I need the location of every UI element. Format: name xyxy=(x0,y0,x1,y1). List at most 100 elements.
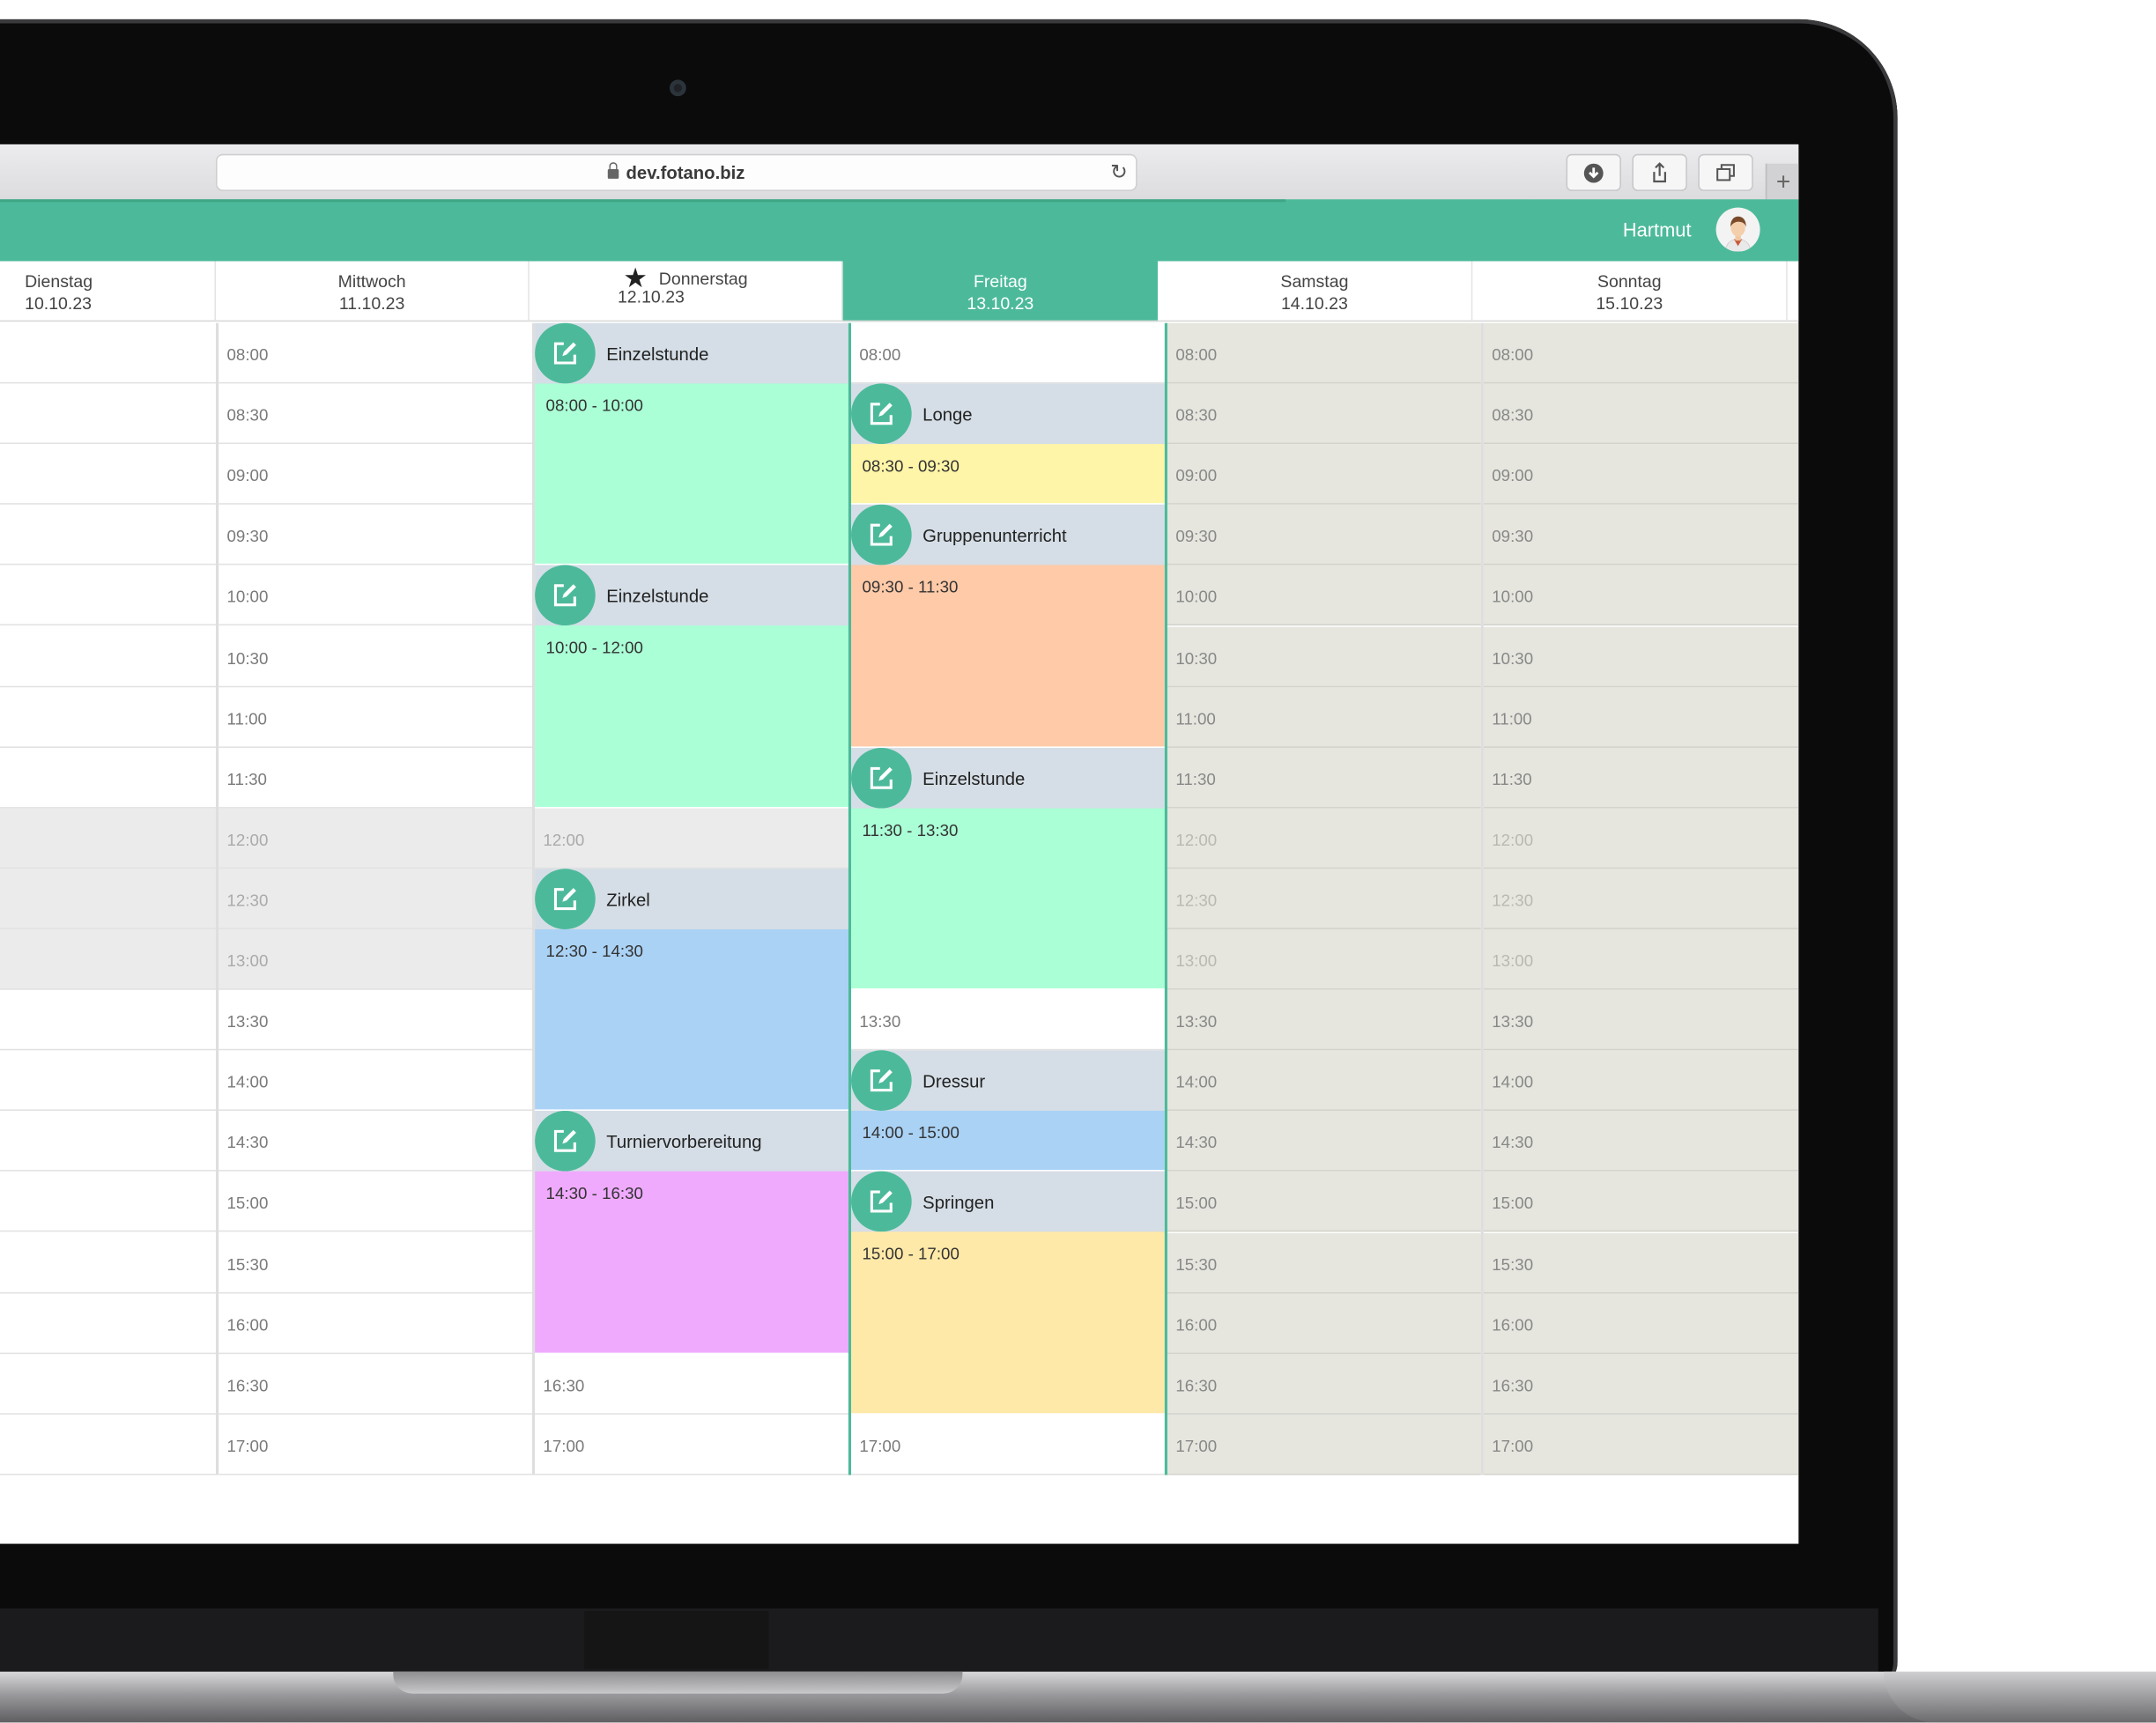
day-header-sonntag[interactable]: Sonntag 15.10.23 xyxy=(1472,261,1788,322)
time-slot[interactable]: 14:00 xyxy=(219,1051,532,1112)
time-slot[interactable]: 16:00 xyxy=(1483,1292,1799,1354)
tabs-button[interactable] xyxy=(1698,153,1753,191)
time-slot[interactable]: 08:00 xyxy=(851,323,1165,384)
time-slot[interactable] xyxy=(0,566,217,626)
edit-event-button[interactable] xyxy=(851,505,912,566)
time-slot[interactable]: 14:30 xyxy=(219,1111,532,1172)
edit-event-button[interactable] xyxy=(535,566,596,626)
time-slot[interactable]: 15:30 xyxy=(1167,1232,1481,1293)
time-slot[interactable]: 16:00 xyxy=(1167,1292,1481,1354)
time-slot[interactable]: 11:00 xyxy=(1167,686,1481,748)
time-slot[interactable]: 12:00 xyxy=(1483,808,1799,869)
time-slot[interactable]: 16:30 xyxy=(1167,1353,1481,1415)
time-slot[interactable]: 10:30 xyxy=(1483,625,1799,687)
time-slot[interactable]: 16:00 xyxy=(219,1293,532,1354)
time-slot[interactable]: 08:30 xyxy=(1483,383,1799,445)
time-slot[interactable]: 10:30 xyxy=(1167,625,1481,687)
time-slot[interactable]: 14:00 xyxy=(1483,1050,1799,1112)
time-slot[interactable]: 17:00 xyxy=(219,1415,532,1475)
calendar-event[interactable]: Einzelstunde 08:00 - 10:00 xyxy=(535,322,848,565)
calendar-event[interactable]: Turniervorbereitung 14:30 - 16:30 xyxy=(535,1111,848,1353)
time-slot[interactable]: 08:30 xyxy=(219,384,532,445)
time-slot[interactable]: 13:30 xyxy=(219,990,532,1051)
edit-event-button[interactable] xyxy=(535,322,596,384)
time-slot[interactable]: 17:00 xyxy=(535,1415,848,1475)
time-slot[interactable] xyxy=(0,384,217,445)
time-slot[interactable]: 14:00 xyxy=(1167,1050,1481,1112)
time-slot[interactable]: 11:30 xyxy=(219,747,532,809)
day-header-donnerstag[interactable]: ★ Donnerstag 12.10.23 xyxy=(529,261,843,322)
time-slot[interactable] xyxy=(0,1051,217,1112)
download-button[interactable] xyxy=(1566,153,1621,191)
time-slot[interactable] xyxy=(0,808,217,869)
time-slot[interactable] xyxy=(0,1232,217,1293)
edit-event-button[interactable] xyxy=(535,869,596,929)
time-slot[interactable]: 12:30 xyxy=(1167,869,1481,929)
time-slot[interactable] xyxy=(0,687,217,748)
time-slot[interactable]: 11:00 xyxy=(1483,686,1799,748)
day-header-samstag[interactable]: Samstag 14.10.23 xyxy=(1158,261,1473,322)
time-slot[interactable] xyxy=(0,505,217,566)
edit-event-button[interactable] xyxy=(851,383,912,445)
time-slot[interactable]: 15:00 xyxy=(219,1172,532,1232)
time-slot[interactable]: 17:00 xyxy=(1483,1414,1799,1475)
time-slot[interactable]: 16:30 xyxy=(535,1354,848,1415)
time-slot[interactable]: 14:30 xyxy=(1483,1111,1799,1172)
time-slot[interactable]: 12:00 xyxy=(535,808,848,869)
calendar-event[interactable]: Zirkel 12:30 - 14:30 xyxy=(535,869,848,1110)
time-slot[interactable]: 16:30 xyxy=(219,1354,532,1415)
calendar-event[interactable]: Dressur 14:00 - 15:00 xyxy=(851,1050,1165,1171)
time-slot[interactable] xyxy=(0,1172,217,1232)
time-slot[interactable] xyxy=(0,1354,217,1415)
time-slot[interactable] xyxy=(0,747,217,809)
time-slot[interactable] xyxy=(0,1111,217,1172)
time-slot[interactable]: 13:00 xyxy=(1167,928,1481,990)
day-header-freitag[interactable]: Freitag 13.10.23 xyxy=(842,261,1159,322)
calendar-event[interactable]: Springen 15:00 - 17:00 xyxy=(851,1172,1165,1413)
time-slot[interactable]: 17:00 xyxy=(1167,1414,1481,1475)
time-slot[interactable]: 15:30 xyxy=(1483,1232,1799,1293)
time-slot[interactable]: 13:00 xyxy=(219,928,532,990)
edit-event-button[interactable] xyxy=(851,1172,912,1232)
time-slot[interactable] xyxy=(0,444,217,506)
time-slot[interactable]: 08:30 xyxy=(1167,383,1481,445)
time-slot[interactable]: 15:30 xyxy=(219,1232,532,1293)
time-slot[interactable]: 14:30 xyxy=(1167,1111,1481,1172)
time-slot[interactable] xyxy=(0,928,217,990)
calendar-event[interactable]: Longe 08:30 - 09:30 xyxy=(851,383,1165,504)
time-slot[interactable]: 11:00 xyxy=(219,687,532,748)
calendar-event[interactable]: Einzelstunde 10:00 - 12:00 xyxy=(535,566,848,807)
day-header-mittwoch[interactable]: Mittwoch 11.10.23 xyxy=(216,261,530,322)
address-bar[interactable]: dev.fotano.biz ↻ xyxy=(216,153,1137,191)
day-header-dienstag[interactable]: Dienstag 10.10.23 xyxy=(0,261,217,322)
time-slot[interactable]: 13:00 xyxy=(1483,928,1799,990)
edit-event-button[interactable] xyxy=(535,1111,596,1172)
time-slot[interactable] xyxy=(0,869,217,929)
avatar[interactable] xyxy=(1715,207,1760,252)
time-slot[interactable]: 10:00 xyxy=(1167,566,1481,626)
time-slot[interactable]: 13:30 xyxy=(851,990,1165,1051)
time-slot[interactable]: 12:00 xyxy=(1167,808,1481,869)
calendar-event[interactable]: Einzelstunde 11:30 - 13:30 xyxy=(851,747,1165,989)
time-slot[interactable]: 09:00 xyxy=(1483,444,1799,506)
time-slot[interactable]: 13:30 xyxy=(1167,989,1481,1051)
time-slot[interactable] xyxy=(0,1293,217,1354)
time-slot[interactable]: 11:30 xyxy=(1167,747,1481,809)
time-slot[interactable] xyxy=(0,990,217,1051)
time-slot[interactable]: 16:30 xyxy=(1483,1353,1799,1415)
time-slot[interactable]: 09:30 xyxy=(1167,505,1481,566)
time-slot[interactable] xyxy=(0,1415,217,1475)
time-slot[interactable]: 15:00 xyxy=(1167,1172,1481,1232)
time-slot[interactable]: 12:30 xyxy=(219,869,532,929)
time-slot[interactable]: 13:30 xyxy=(1483,989,1799,1051)
edit-event-button[interactable] xyxy=(851,1050,912,1112)
time-slot[interactable]: 10:00 xyxy=(1483,566,1799,626)
time-slot[interactable]: 12:30 xyxy=(1483,869,1799,929)
user-name[interactable]: Hartmut xyxy=(1582,218,1692,240)
time-slot[interactable]: 08:00 xyxy=(1483,322,1799,384)
edit-event-button[interactable] xyxy=(851,747,912,809)
time-slot[interactable] xyxy=(0,323,217,384)
time-slot[interactable]: 08:00 xyxy=(1167,322,1481,384)
reload-icon[interactable]: ↻ xyxy=(1110,159,1128,185)
calendar-event[interactable]: Gruppenunterricht 09:30 - 11:30 xyxy=(851,505,1165,746)
